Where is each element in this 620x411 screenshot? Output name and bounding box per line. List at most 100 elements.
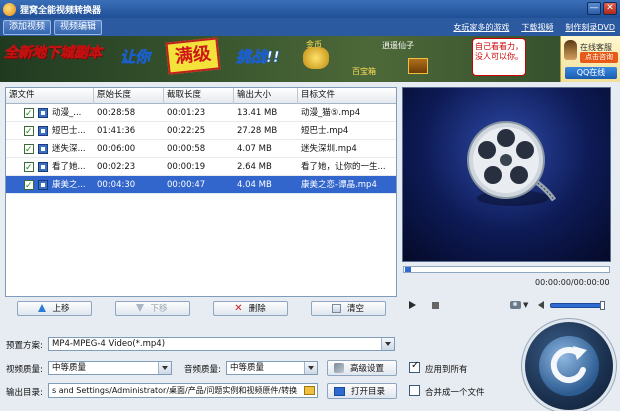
- col-header-orig-length[interactable]: 原始长度: [94, 88, 164, 104]
- orig-length-cell: 00:06:00: [97, 143, 136, 154]
- ad-banner[interactable]: 全新地下城副本 让你 满级 挑战!! 金币 百宝箱 逍遥仙子 自己看看力，没人可…: [0, 36, 620, 82]
- col-header-output-size[interactable]: 输出大小: [234, 88, 298, 104]
- clear-button[interactable]: 清空: [310, 300, 386, 316]
- table-row[interactable]: 迷失深... 00:06:00 00:00:58 4.07 MB 迷失深圳.mp4: [6, 140, 396, 158]
- burn-dvd-link[interactable]: 制作刻录DVD: [565, 22, 615, 33]
- gold-coins-icon: [303, 47, 329, 69]
- move-up-button[interactable]: 上移: [16, 300, 92, 316]
- row-checkbox[interactable]: [24, 123, 34, 140]
- edit-video-tab[interactable]: 视频编辑: [54, 19, 103, 35]
- video-quality-select[interactable]: 中等质量: [48, 361, 172, 375]
- col-header-source[interactable]: 源文件: [6, 88, 94, 104]
- delete-button[interactable]: ✕ 删除: [212, 300, 288, 316]
- row-checkbox[interactable]: [24, 177, 34, 194]
- seek-knob[interactable]: [405, 267, 411, 272]
- banner-tiaozhan: 挑战!!: [236, 48, 280, 67]
- source-name: 康美之...: [52, 179, 86, 190]
- seek-bar[interactable]: [403, 266, 610, 273]
- advanced-settings-button[interactable]: 高级设置: [327, 360, 397, 376]
- apply-all-checkbox[interactable]: [409, 360, 420, 373]
- move-down-label: 下移: [150, 304, 168, 314]
- open-dir-label: 打开目录: [351, 387, 386, 397]
- table-row[interactable]: 短巴士... 01:41:36 00:22:25 27.28 MB 短巴士.mp4: [6, 122, 396, 140]
- play-icon[interactable]: [409, 301, 416, 309]
- video-quality-value: 中等质量: [52, 363, 87, 373]
- chevron-down-icon[interactable]: [381, 338, 394, 350]
- video-file-icon: [38, 107, 48, 118]
- cut-length-cell: 00:00:58: [167, 143, 206, 154]
- move-up-label: 上移: [52, 304, 70, 314]
- table-row[interactable]: 康美之... 00:04:30 00:00:47 4.04 MB 康美之恋-谭晶.mp4: [6, 176, 396, 194]
- snapshot-icon[interactable]: [510, 301, 521, 309]
- chevron-down-icon[interactable]: [158, 362, 171, 374]
- chevron-down-icon[interactable]: [304, 362, 317, 374]
- video-file-icon: [38, 161, 48, 172]
- target-file-cell: 短巴士.mp4: [301, 125, 349, 136]
- volume-knob[interactable]: [600, 300, 606, 310]
- table-row[interactable]: 动漫_... 00:28:58 00:01:23 13.41 MB 动漫_猫⑤.mp4: [6, 104, 396, 122]
- arrow-up-icon: [38, 304, 47, 312]
- move-down-button[interactable]: 下移: [114, 300, 190, 316]
- preset-value: MP4-MPEG-4 Video(*.mp4): [52, 339, 166, 349]
- output-dir-value: s and Settings/Administrator/桌面/产品/问题实例和…: [52, 386, 298, 395]
- preset-select[interactable]: MP4-MPEG-4 Video(*.mp4): [48, 337, 395, 351]
- arrow-down-icon: [136, 304, 145, 312]
- minimize-button[interactable]: —: [587, 2, 601, 15]
- open-dir-button[interactable]: 打开目录: [327, 383, 397, 399]
- banner-rang: 让你: [120, 48, 151, 67]
- output-size-cell: 4.07 MB: [237, 143, 272, 154]
- qq-service-panel[interactable]: 在线客服 点击咨询 QQ在线: [560, 36, 620, 82]
- banner-speech-bubble: 自己看看力，没人可以你。: [472, 38, 526, 76]
- source-cell: 短巴士...: [6, 122, 94, 140]
- volume-slider[interactable]: [550, 300, 606, 310]
- convert-refresh-icon: [539, 336, 599, 396]
- audio-quality-value: 中等质量: [230, 363, 265, 373]
- window-title: 狸窝全能视频转换器: [20, 5, 102, 16]
- qq-online-button[interactable]: QQ在线: [565, 67, 617, 79]
- table-row[interactable]: 看了她... 00:02:23 00:00:19 2.64 MB 看了她，让你的一生..…: [6, 158, 396, 176]
- orig-length-cell: 00:04:30: [97, 179, 136, 190]
- source-name: 看了她...: [52, 161, 86, 172]
- merge-label: 合并成一个文件: [425, 388, 485, 398]
- source-name: 短巴士...: [52, 125, 86, 136]
- row-checkbox[interactable]: [24, 159, 34, 176]
- film-reel-icon: [458, 114, 558, 214]
- file-list-header: 源文件 原始长度 截取长度 输出大小 目标文件: [6, 88, 396, 104]
- audio-quality-label: 音频质量:: [184, 365, 221, 375]
- output-dir-field[interactable]: s and Settings/Administrator/桌面/产品/问题实例和…: [48, 383, 318, 398]
- speaker-icon[interactable]: [538, 301, 545, 309]
- qq-consult-button[interactable]: 点击咨询: [580, 52, 618, 63]
- banner-xianzi: 逍遥仙子: [382, 41, 414, 50]
- output-size-cell: 13.41 MB: [237, 107, 278, 118]
- orig-length-cell: 00:28:58: [97, 107, 136, 118]
- advanced-settings-label: 高级设置: [350, 364, 385, 374]
- support-avatar-icon: [564, 40, 577, 60]
- audio-quality-select[interactable]: 中等质量: [226, 361, 318, 375]
- source-name: 动漫_...: [52, 107, 82, 118]
- folder-icon[interactable]: [304, 386, 315, 395]
- col-header-target[interactable]: 目标文件: [298, 88, 396, 104]
- delete-x-icon: ✕: [234, 302, 243, 314]
- list-toolbar: 上移 下移 ✕ 删除 清空: [5, 298, 397, 318]
- target-file-cell: 看了她，让你的一生...: [301, 161, 386, 172]
- close-button[interactable]: ✕: [603, 2, 617, 15]
- snapshot-dropdown-icon[interactable]: ▼: [523, 301, 528, 309]
- convert-button[interactable]: [525, 322, 613, 410]
- target-file-cell: 迷失深圳.mp4: [301, 143, 357, 154]
- timecode: 00:00:00/00:00:00: [535, 278, 610, 287]
- row-checkbox[interactable]: [24, 105, 34, 122]
- stop-icon[interactable]: [432, 301, 439, 309]
- games-link[interactable]: 女玩家多的游戏: [453, 22, 509, 33]
- cut-length-cell: 00:00:47: [167, 179, 206, 190]
- add-video-tab[interactable]: 添加视频: [3, 19, 52, 35]
- output-dir-label: 输出目录:: [6, 388, 43, 398]
- download-video-link[interactable]: 下载视频: [521, 22, 553, 33]
- merge-checkbox[interactable]: [409, 385, 420, 396]
- output-size-cell: 4.04 MB: [237, 179, 272, 190]
- tools-icon: [334, 363, 344, 373]
- orig-length-cell: 00:02:23: [97, 161, 136, 172]
- file-list[interactable]: 源文件 原始长度 截取长度 输出大小 目标文件 动漫_... 00:28:58 00…: [5, 87, 397, 297]
- row-checkbox[interactable]: [24, 141, 34, 158]
- video-preview: [402, 87, 611, 262]
- col-header-cut-length[interactable]: 截取长度: [164, 88, 234, 104]
